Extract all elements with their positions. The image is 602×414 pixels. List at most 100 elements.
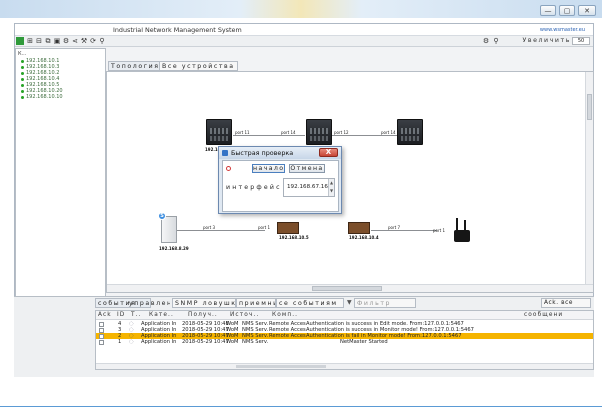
column-header[interactable]: Ack — [98, 312, 112, 318]
router-device[interactable] — [450, 218, 472, 246]
filter-icon[interactable]: ▼ — [347, 299, 352, 306]
zoom-icon[interactable]: ⚲ — [492, 37, 500, 45]
dialog-titlebar: Быстрая проверка X — [219, 147, 341, 159]
row-user: WoM — [226, 339, 239, 345]
canvas-horizontal-scrollbar[interactable] — [107, 284, 593, 292]
row-message: NetMaster Started — [340, 339, 388, 345]
close-button[interactable]: ✕ — [578, 5, 596, 16]
port-label: port 7 — [388, 225, 401, 230]
antenna-icon — [456, 218, 458, 232]
switch-device[interactable] — [277, 222, 299, 234]
row-type: Application In — [141, 339, 177, 345]
restore-button[interactable]: ▢ — [559, 5, 575, 16]
interface-value: 192.168.67.163 — [287, 184, 332, 190]
interface-select[interactable]: 192.168.67.163 ▲ ▼ — [283, 178, 335, 197]
switch-device[interactable] — [348, 222, 370, 234]
zoom-value[interactable]: 50 — [572, 37, 590, 45]
filter-button[interactable]: Фильтр — [354, 298, 416, 308]
tree-item[interactable]: 192.168.10.10 — [21, 94, 63, 100]
tab-topology[interactable]: Топология — [108, 61, 163, 71]
app-logo-icon — [16, 37, 24, 45]
event-panel: события управление SNMP ловушка приемник… — [14, 296, 594, 377]
device-ip-label: 192.168.10.4 — [349, 235, 379, 240]
cancel-button[interactable]: Отмена — [289, 164, 325, 173]
online-dot-icon — [21, 77, 24, 81]
start-button[interactable]: начало — [252, 164, 285, 173]
share-icon[interactable]: ⋖ — [71, 37, 79, 45]
topology-icon[interactable]: ⊟ — [35, 37, 43, 45]
online-dot-icon — [21, 65, 24, 69]
scrollbar-thumb[interactable] — [236, 365, 326, 368]
tab-receiver[interactable]: приемник — [236, 298, 276, 308]
event-filter-select[interactable]: се событиям — [276, 298, 344, 308]
port-label: port 14 — [381, 130, 396, 135]
row-time: 2018-05-29 10:47 — [182, 339, 229, 345]
server-badge-icon: S — [158, 212, 166, 220]
settings-icon[interactable]: ⚙ — [62, 37, 70, 45]
scrollbar-thumb[interactable] — [312, 286, 382, 291]
tools-icon[interactable]: ⚒ — [80, 37, 88, 45]
canvas-vertical-scrollbar[interactable] — [585, 72, 593, 292]
link-line — [177, 230, 265, 231]
column-header[interactable]: Получ.. — [188, 312, 218, 318]
spin-arrows-icon[interactable]: ▲ ▼ — [328, 179, 334, 196]
online-dot-icon — [21, 89, 24, 93]
online-dot-icon — [21, 71, 24, 75]
brand-url[interactable]: www.wsmaster.eu — [540, 27, 585, 33]
switch-icon — [206, 119, 232, 145]
dialog-body: начало Отмена интерфейс 192.168.67.163 ▲… — [222, 160, 339, 212]
port-label: port 1 — [258, 225, 271, 230]
device-ip-label: 192.168.8.29 — [159, 246, 189, 251]
table-row[interactable]: 1 ◌ Application In 2018-05-29 10:47 WoM … — [96, 339, 593, 345]
dialog-app-icon — [222, 150, 228, 156]
link-line — [331, 135, 403, 136]
link-line — [233, 135, 305, 136]
port-label: port 14 — [281, 130, 296, 135]
column-header[interactable]: Кате.. — [149, 312, 174, 318]
device-ip-label: 192.168.10.5 — [279, 235, 309, 240]
server-icon — [161, 216, 177, 243]
tab-all-devices[interactable]: Все устройства — [159, 61, 238, 71]
dialog-close-button[interactable]: X — [319, 148, 338, 157]
switch-device[interactable] — [397, 119, 423, 145]
switch-device[interactable] — [206, 119, 232, 145]
ack-checkbox[interactable] — [99, 340, 104, 345]
info-icon: ◌ — [129, 339, 134, 345]
link-line — [371, 230, 437, 231]
dialog-title: Быстрая проверка — [231, 149, 294, 157]
column-header[interactable]: сообщени — [524, 312, 563, 318]
status-indicator-icon — [226, 166, 231, 171]
online-dot-icon — [21, 83, 24, 87]
column-header[interactable]: Источ.. — [230, 312, 259, 318]
refresh-icon[interactable]: ⟳ — [89, 37, 97, 45]
gear-icon[interactable]: ⚙ — [482, 37, 490, 45]
copy-icon[interactable]: ⧉ — [44, 37, 52, 45]
desktop-top-band — [0, 0, 602, 18]
row-source: NMS Serv. — [242, 339, 269, 345]
search-icon[interactable]: ⚲ — [98, 37, 106, 45]
quick-check-dialog: Быстрая проверка X начало Отмена интерфе… — [218, 146, 342, 214]
scrollbar-thumb[interactable] — [587, 94, 592, 120]
column-header[interactable]: Т.. — [131, 312, 142, 318]
switch-icon — [306, 119, 332, 145]
tree-item-label: 192.168.10.10 — [26, 94, 63, 100]
events-table: Ack ID Т.. Кате.. Получ.. Источ.. Комп..… — [95, 310, 594, 370]
column-header[interactable]: Комп.. — [272, 312, 298, 318]
add-device-icon[interactable]: ⊞ — [26, 37, 34, 45]
bottom-divider — [0, 406, 602, 407]
ack-all-button[interactable]: Ack. все — [541, 298, 591, 308]
column-header[interactable]: ID — [117, 312, 125, 318]
save-icon[interactable]: ▣ — [53, 37, 61, 45]
tree-root[interactable]: К... — [18, 51, 26, 57]
topology-canvas[interactable]: 192.16 port 11 port 14 port 12 port 14 S… — [106, 71, 594, 293]
antenna-icon — [464, 220, 466, 232]
zoom-label[interactable]: Увеличить — [522, 37, 571, 44]
server-device[interactable]: S — [158, 212, 177, 243]
minimize-button[interactable]: — — [540, 5, 556, 16]
switch-device[interactable] — [306, 119, 332, 145]
tab-snmp-trap[interactable]: SNMP ловушка — [172, 298, 236, 308]
app-title: Industrial Network Management System — [113, 26, 242, 34]
app-titlebar: Industrial Network Management System www… — [15, 24, 593, 36]
table-horizontal-scrollbar[interactable] — [96, 363, 593, 369]
tab-management[interactable]: управление — [126, 298, 171, 308]
